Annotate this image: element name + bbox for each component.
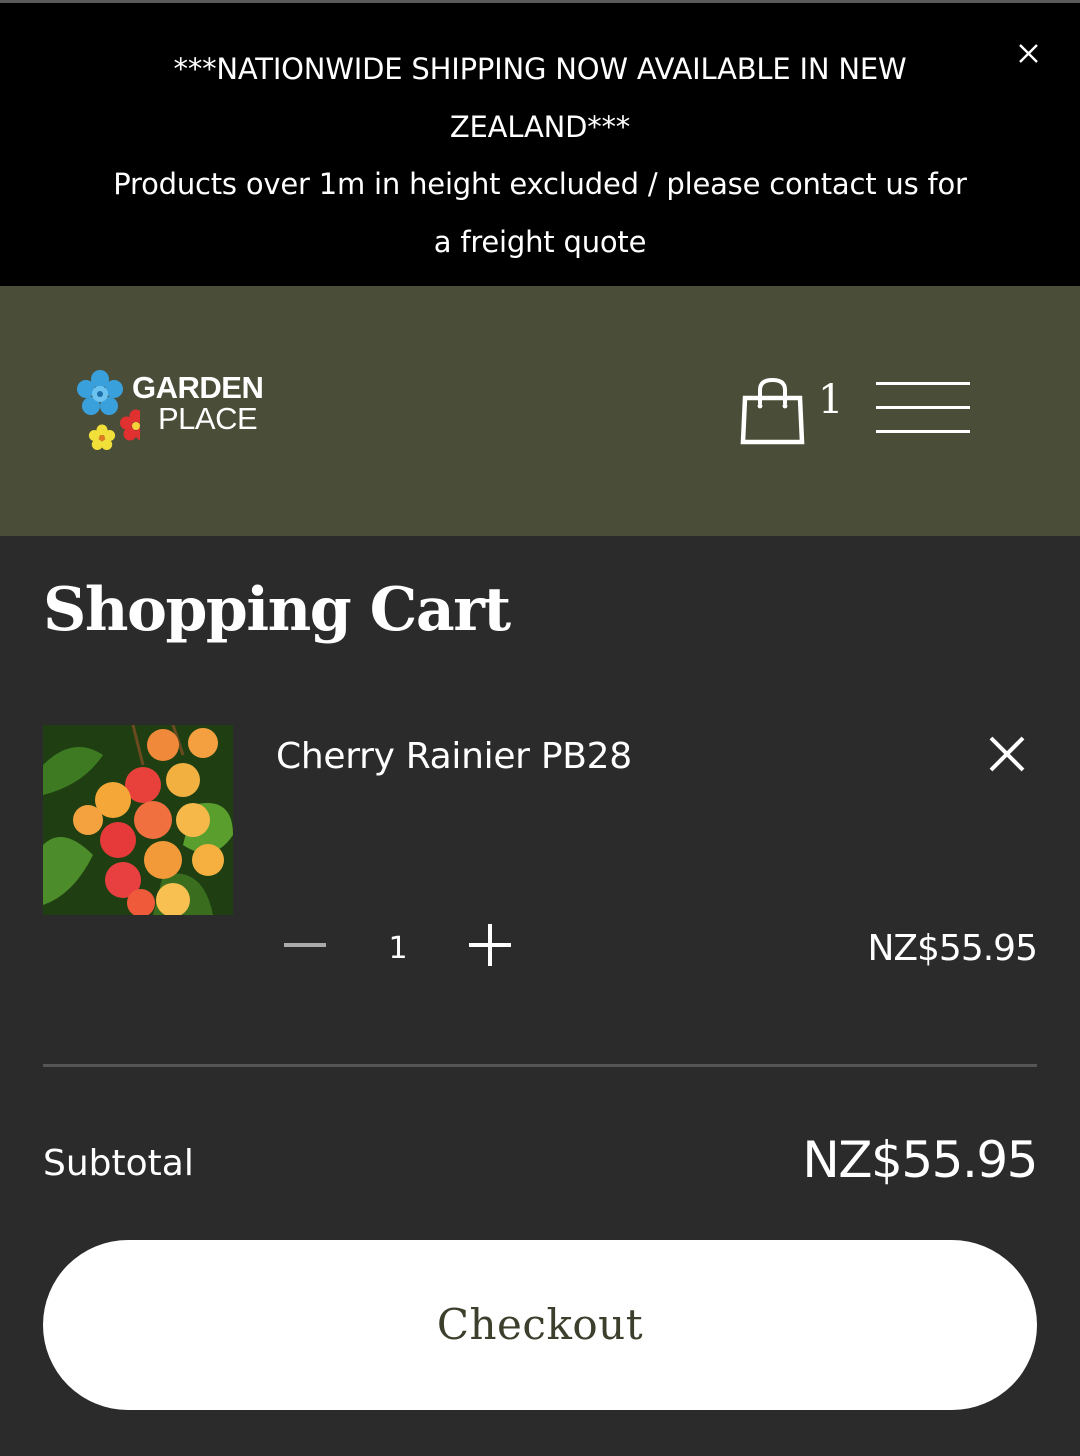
announcement-close-button[interactable] [1014, 39, 1044, 69]
cherry-image [43, 725, 233, 915]
flower-logo-icon [77, 370, 140, 450]
close-icon [1019, 44, 1038, 63]
page-title: Shopping Cart [43, 575, 511, 645]
remove-item-button[interactable] [988, 735, 1026, 773]
quantity-increase-button[interactable] [466, 922, 514, 970]
logo-text: GARDEN PLACE [132, 370, 264, 436]
shopping-bag-icon [740, 377, 805, 445]
announcement-text: ***NATIONWIDE SHIPPING NOW AVAILABLE IN … [110, 41, 970, 271]
product-thumbnail[interactable] [43, 725, 233, 915]
menu-line-bottom [876, 430, 970, 433]
menu-line-top [876, 382, 970, 385]
menu-line-middle [876, 406, 970, 409]
announcement-line-2: Products over 1m in height excluded / pl… [113, 167, 967, 259]
garden-place-logo[interactable]: GARDEN PLACE [70, 364, 280, 454]
cart-count-badge: 1 [818, 377, 844, 423]
page: ***NATIONWIDE SHIPPING NOW AVAILABLE IN … [0, 0, 1080, 1456]
quantity-value: 1 [388, 931, 408, 966]
logo-text-line-2: PLACE [158, 401, 258, 436]
site-header: GARDEN PLACE 1 [0, 286, 1080, 536]
divider [43, 1064, 1037, 1067]
cart-item-name[interactable]: Cherry Rainier PB28 [276, 734, 632, 780]
close-icon [989, 736, 1025, 772]
subtotal-value: NZ$55.95 [802, 1131, 1038, 1189]
hamburger-menu-button[interactable] [876, 382, 970, 438]
quantity-decrease-button[interactable] [282, 925, 328, 965]
cart-item-price: NZ$55.95 [867, 928, 1038, 969]
subtotal-label: Subtotal [43, 1143, 194, 1184]
announcement-bar: ***NATIONWIDE SHIPPING NOW AVAILABLE IN … [0, 0, 1080, 286]
logo-text-line-1: GARDEN [132, 370, 264, 405]
checkout-button[interactable]: Checkout [43, 1240, 1037, 1410]
cart-button[interactable]: 1 [740, 376, 844, 446]
announcement-line-1: ***NATIONWIDE SHIPPING NOW AVAILABLE IN … [173, 52, 907, 144]
minus-icon [284, 943, 326, 947]
